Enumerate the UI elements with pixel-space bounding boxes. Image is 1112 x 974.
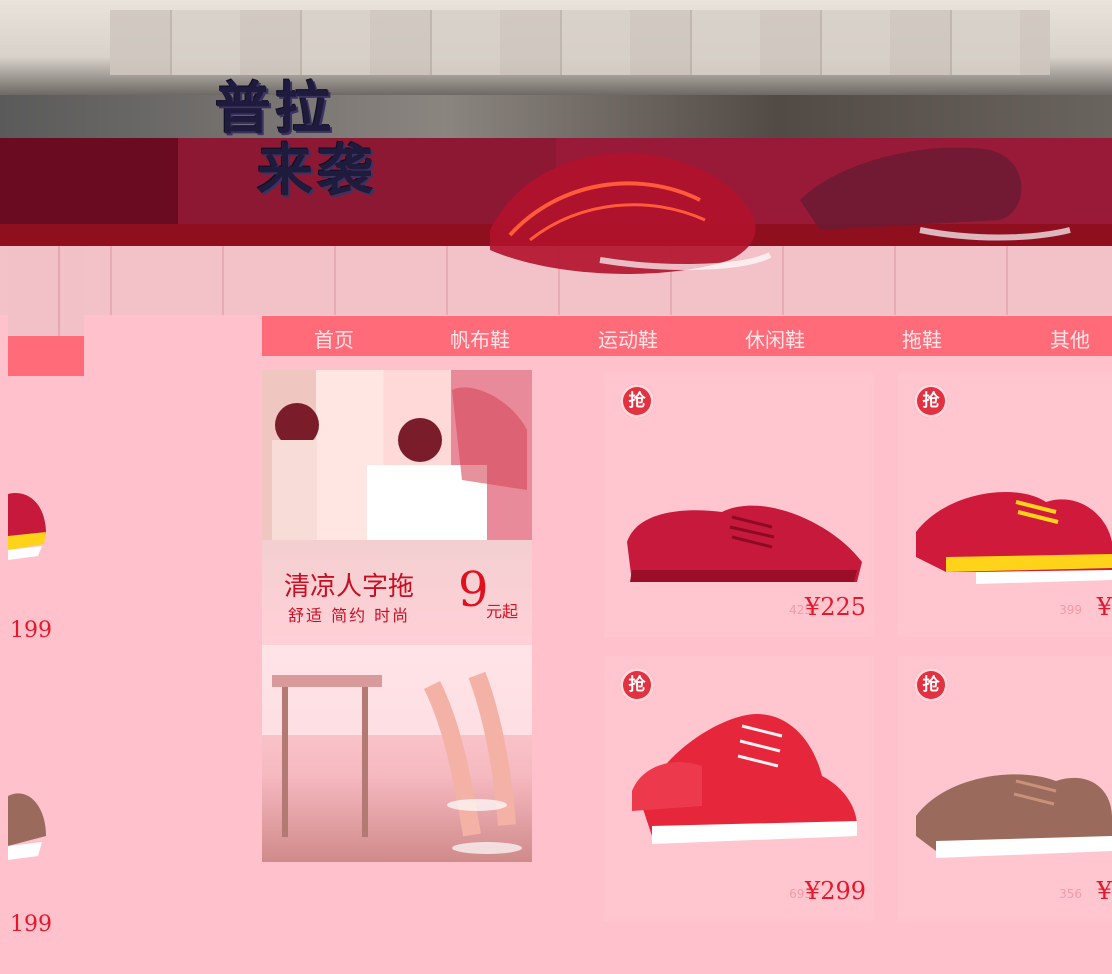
promo-price-number: 9 [458,562,489,618]
page: 普拉 来袭 199 199 首页 帆布鞋 运动鞋 休闲鞋 拖鞋 其他 清凉人字拖… [0,0,1112,974]
promo-legs-photo [262,645,532,862]
main-nav: 首页 帆布鞋 运动鞋 休闲鞋 拖鞋 其他 [262,316,1112,356]
product-card-3[interactable]: 抢 693 ¥299 [604,656,874,921]
product-image-sport-runner [916,492,1112,584]
promo-legs-image [262,645,532,854]
promo-title: 清凉人字拖 [284,572,415,602]
left-price-1: 199 [10,618,52,643]
banner-stone-texture [110,10,1050,75]
promo-couple-photo [262,370,532,540]
grab-deal-badge-icon: 抢 [914,384,948,418]
product-old-price: 356 [1059,887,1082,901]
promo-couple-image [272,387,527,540]
nav-item-sports-shoes[interactable]: 运动鞋 [598,324,658,353]
product-card-1[interactable]: 抢 425 ¥225 [604,372,874,637]
nav-item-home[interactable]: 首页 [314,324,354,353]
product-price: ¥225 [804,593,866,621]
left-strip-bar [8,336,84,376]
product-card-2[interactable]: 抢 399 ¥ [898,372,1112,637]
left-shoe-2-image[interactable] [8,776,48,886]
product-image-high-top [632,714,857,844]
left-price-2: 199 [10,912,52,937]
nav-item-canvas-shoes[interactable]: 帆布鞋 [450,324,510,353]
product-price: ¥ [1096,593,1112,621]
left-carousel-strip: 199 199 [0,246,84,974]
left-strip-top [8,246,84,336]
product-image-casual-sneaker [916,774,1112,858]
left-shoe-1-image[interactable] [8,474,48,584]
banner-title-line2: 来袭 [257,138,377,204]
product-image-casual-loafer [627,505,862,582]
banner-shoes-image [490,147,1071,274]
nav-item-casual-shoes[interactable]: 休闲鞋 [745,324,805,353]
product-price: ¥ [1096,877,1112,905]
grab-deal-badge-icon: 抢 [620,384,654,418]
promo-banner[interactable]: 清凉人字拖 舒适 简约 时尚 9 元起 [262,370,532,862]
nav-item-other[interactable]: 其他 [1050,324,1090,353]
nav-item-slippers[interactable]: 拖鞋 [902,324,942,353]
banner-title-line1: 普拉 [215,76,335,142]
product-old-price: 399 [1059,603,1082,617]
product-price: ¥299 [804,877,866,905]
grab-deal-badge-icon: 抢 [914,668,948,702]
promo-price-unit: 元起 [486,602,519,621]
product-card-4[interactable]: 抢 356 ¥ [898,656,1112,921]
banner-title: 普拉 来袭 [215,78,415,202]
hero-banner[interactable]: 普拉 来袭 [0,0,1112,315]
promo-subtitle: 舒适 简约 时尚 [288,606,411,625]
